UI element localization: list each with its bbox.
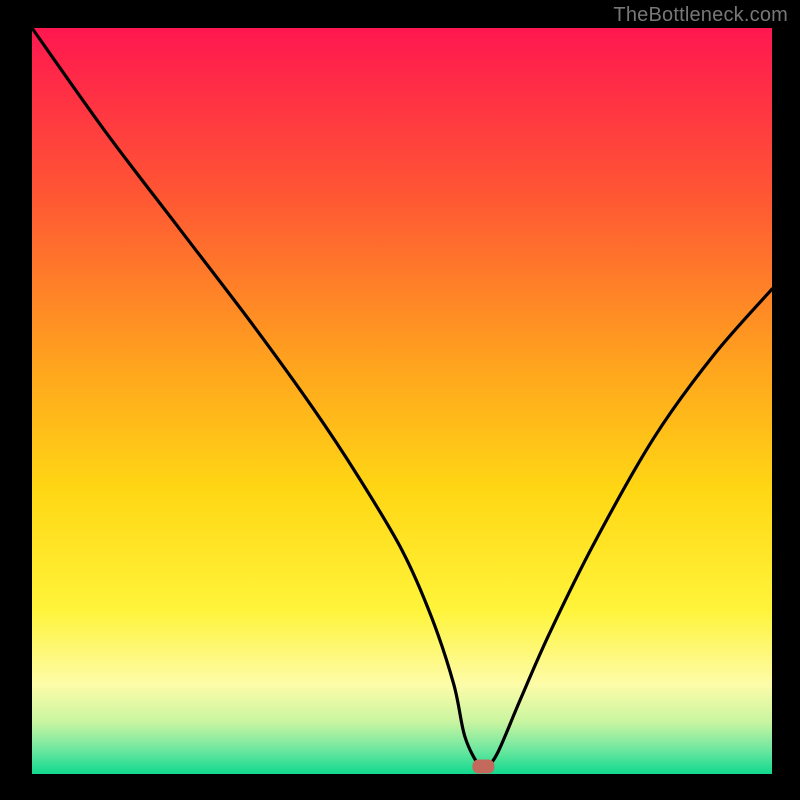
sweet-spot-marker	[472, 760, 494, 774]
plot-background	[32, 28, 772, 774]
chart-frame: { "watermark": "TheBottleneck.com", "cha…	[0, 0, 800, 800]
bottleneck-chart	[0, 0, 800, 800]
watermark-text: TheBottleneck.com	[613, 4, 788, 27]
